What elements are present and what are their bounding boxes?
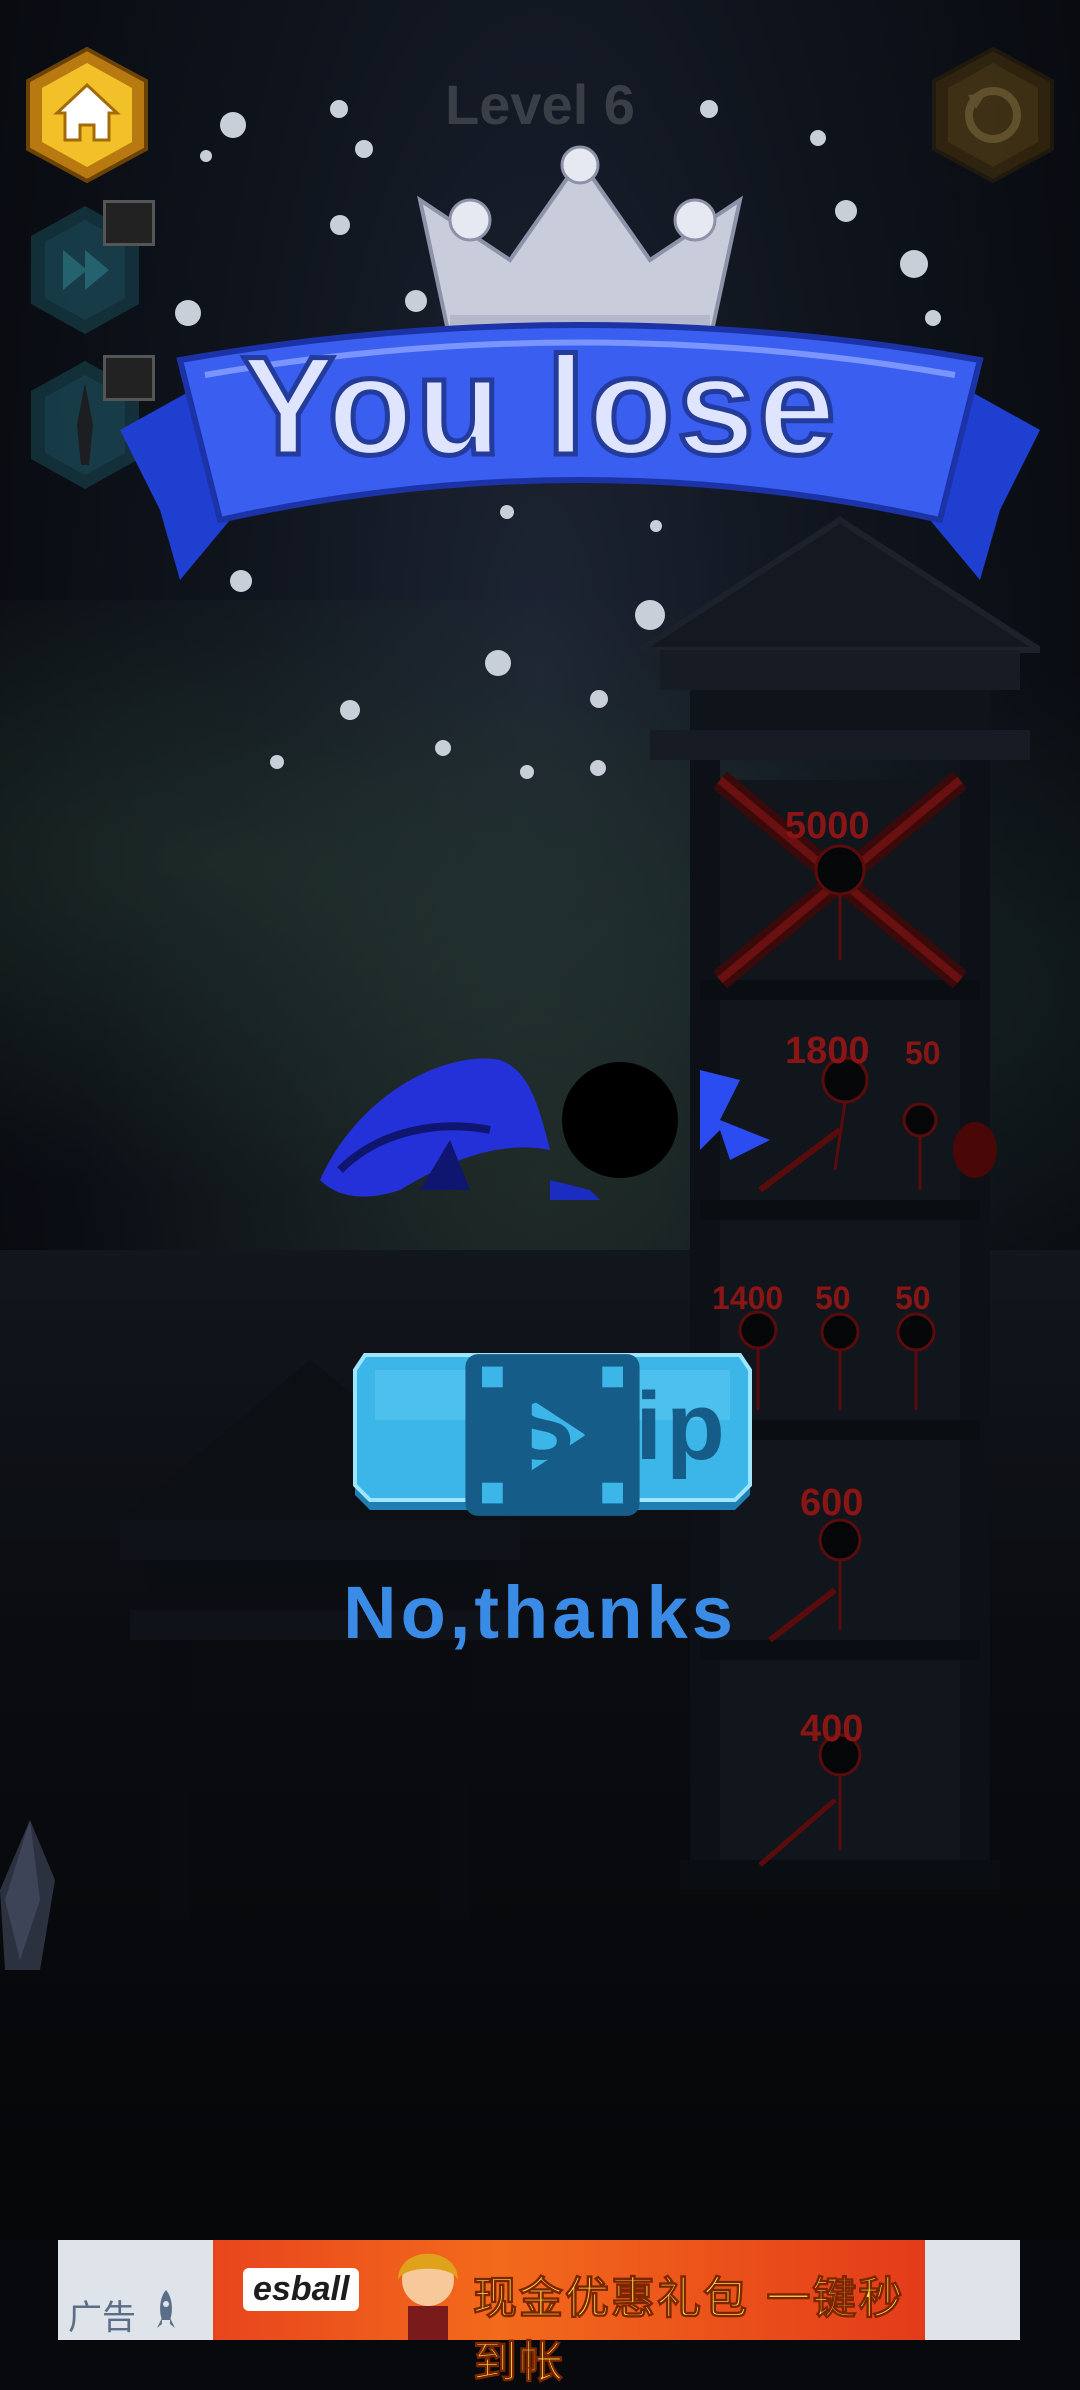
snow-particle [435, 740, 451, 756]
snow-particle [485, 650, 511, 676]
enemy-power: 600 [800, 1482, 864, 1524]
enemy-power: 400 [800, 1708, 864, 1750]
result-title: You lose [239, 325, 839, 487]
enemy-power: 5000 [785, 805, 870, 847]
ad-brand: esball [243, 2268, 360, 2311]
crystal [0, 1820, 55, 1970]
ad-image[interactable]: esball 现金优惠礼包 一键秒到帐 [213, 2240, 925, 2389]
ad-label: 广告 [68, 2298, 136, 2338]
enemy-power: 50 [895, 1280, 931, 1316]
enemy-power: 50 [815, 1280, 851, 1316]
crown-icon [417, 145, 743, 345]
ad-character [398, 2253, 458, 2340]
snow-particle [590, 690, 608, 708]
fallen-hero [300, 1030, 800, 1230]
snow-particle [590, 760, 606, 776]
enemy-power: 50 [905, 1035, 941, 1071]
snow-particle [340, 700, 360, 720]
level-title: Level 6 [445, 73, 635, 136]
snow-particle [520, 765, 534, 779]
skip-button[interactable]: Skip [350, 1350, 755, 1520]
rocket-icon [157, 2290, 175, 2328]
ad-text: 现金优惠礼包 一键秒到帐 [473, 2273, 905, 2389]
no-thanks-button[interactable]: No,thanks [0, 1570, 1080, 1655]
snow-particle [270, 755, 284, 769]
enemy-power: 1400 [712, 1280, 784, 1316]
skip-label: Skip [510, 1373, 729, 1480]
ad-banner: 广告 esball 现金优惠礼包 一键秒到帐 [58, 2240, 1020, 2389]
